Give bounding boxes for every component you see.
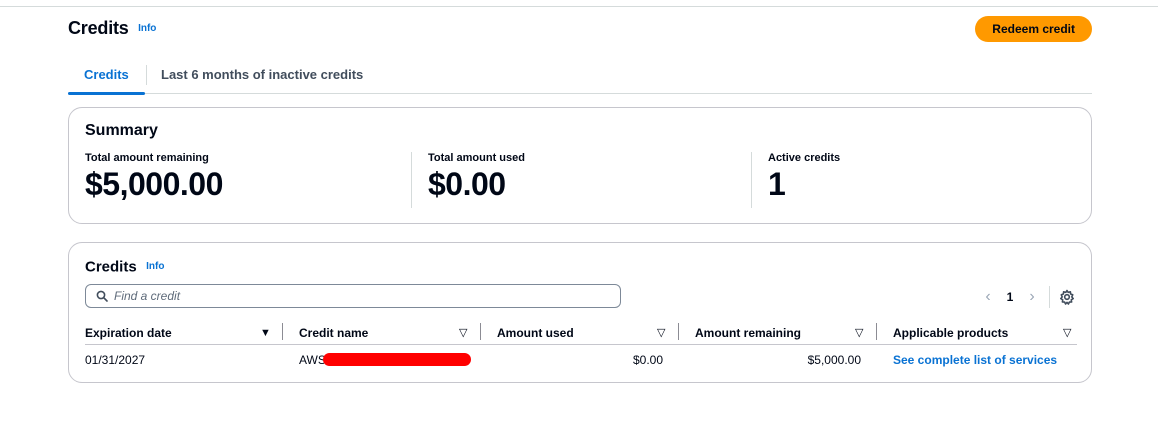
top-divider	[0, 6, 1158, 7]
sorted-descending-icon: ▼	[260, 327, 271, 339]
column-label: Applicable products	[893, 326, 1009, 340]
applicable-products-link[interactable]: See complete list of services	[893, 345, 1057, 375]
column-divider	[876, 323, 877, 340]
summary-card: Summary Total amount remaining $5,000.00…	[68, 107, 1092, 224]
table-body: 01/31/2027 AWS $0.00 $5,000.00 See compl…	[85, 345, 1077, 375]
column-label: Amount remaining	[695, 326, 802, 340]
metric-divider	[751, 152, 752, 208]
metric-label: Total amount remaining	[85, 152, 209, 164]
column-expiration-date[interactable]: Expiration date ▼	[85, 323, 271, 343]
credit-name-text: AWS	[299, 353, 326, 367]
column-label: Amount used	[497, 326, 574, 340]
sortable-icon: ▽	[657, 327, 666, 339]
page-number[interactable]: 1	[1003, 287, 1017, 307]
page-title: Credits	[68, 18, 129, 38]
credits-table: Expiration date ▼ Credit name ▽ Amount u…	[85, 319, 1077, 375]
search-input[interactable]	[114, 287, 604, 305]
table-row: 01/31/2027 AWS $0.00 $5,000.00 See compl…	[85, 345, 1077, 375]
metric-label: Total amount used	[428, 152, 525, 164]
credits-table-header: Credits Info	[85, 258, 164, 276]
cell-credit-name: AWS	[299, 345, 471, 375]
summary-title: Summary	[85, 122, 158, 139]
sortable-icon: ▽	[855, 327, 864, 339]
cell-amount-remaining: $5,000.00	[807, 353, 861, 367]
column-amount-used[interactable]: Amount used ▽	[497, 323, 671, 343]
metric-value: 1	[768, 166, 786, 202]
cell-expiration-date: 01/31/2027	[85, 353, 146, 367]
metric-label: Active credits	[768, 152, 841, 164]
tab-credits[interactable]: Credits	[68, 60, 145, 95]
column-credit-name[interactable]: Credit name ▽	[299, 323, 469, 343]
gear-icon[interactable]	[1059, 289, 1075, 305]
cell-amount-used: $0.00	[632, 353, 663, 367]
metric-total-used: Total amount used $0.00	[428, 152, 525, 203]
pager-divider	[1049, 286, 1050, 308]
credits-table-card: Credits Info ‹ 1 › Expiration date ▼	[68, 242, 1092, 383]
credits-table-title: Credits	[85, 258, 137, 276]
sortable-icon: ▽	[1063, 327, 1072, 339]
column-amount-remaining[interactable]: Amount remaining ▽	[695, 323, 869, 343]
page-info-link[interactable]: Info	[138, 23, 156, 34]
chevron-left-icon[interactable]: ‹	[981, 287, 995, 307]
search-icon	[96, 290, 108, 302]
tab-list: Credits Last 6 months of inactive credit…	[68, 60, 1092, 95]
tab-inactive-credits[interactable]: Last 6 months of inactive credits	[161, 60, 363, 93]
metric-value: $0.00	[428, 166, 506, 202]
page-header: Credits Info Redeem credit	[68, 16, 1092, 44]
chevron-right-icon[interactable]: ›	[1025, 287, 1039, 307]
column-label: Expiration date	[85, 326, 172, 340]
table-header-row: Expiration date ▼ Credit name ▽ Amount u…	[85, 319, 1077, 345]
tab-divider	[146, 65, 147, 85]
metric-value: $5,000.00	[85, 166, 223, 202]
column-divider	[282, 323, 283, 340]
search-box	[85, 284, 621, 308]
column-divider	[678, 323, 679, 340]
metric-active-credits: Active credits 1	[768, 152, 840, 203]
column-divider	[480, 323, 481, 340]
metric-divider	[411, 152, 412, 208]
column-label: Credit name	[299, 326, 369, 340]
pagination: ‹ 1 ›	[981, 286, 1075, 308]
redeem-credit-button[interactable]: Redeem credit	[975, 16, 1092, 42]
sortable-icon: ▽	[459, 327, 468, 339]
credits-info-link[interactable]: Info	[146, 261, 164, 272]
column-applicable-products[interactable]: Applicable products ▽	[893, 323, 1077, 343]
redaction-mark	[322, 352, 471, 366]
metric-total-remaining: Total amount remaining $5,000.00	[85, 152, 223, 203]
